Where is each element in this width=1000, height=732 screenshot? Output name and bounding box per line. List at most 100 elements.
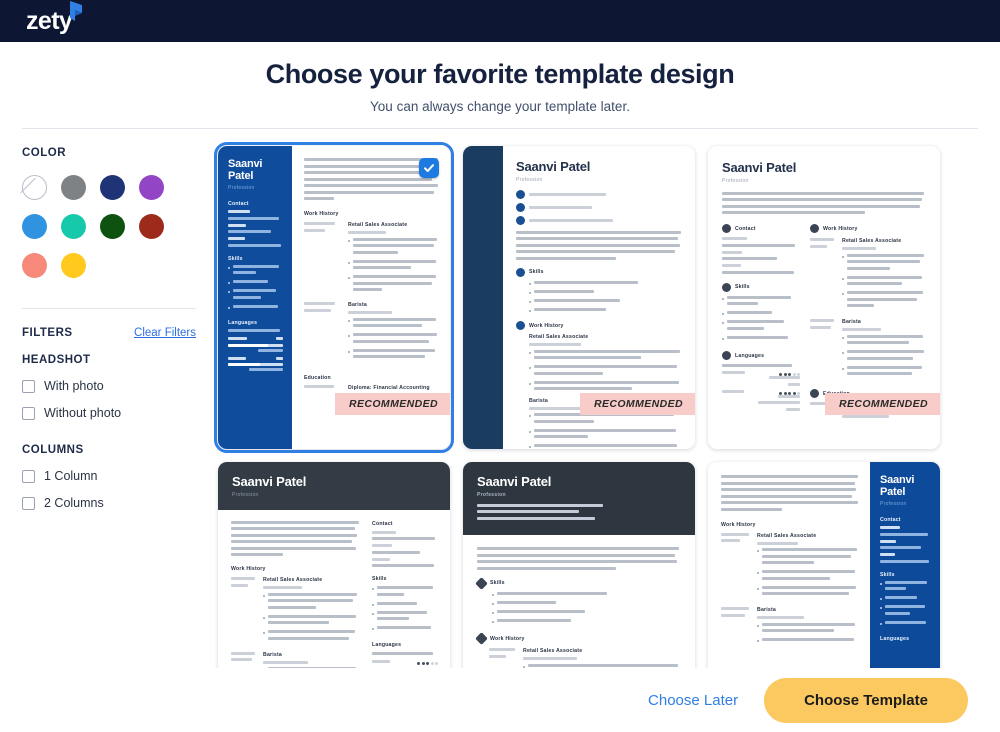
filters-sidebar: COLOR FILTERS Clear Filters HEADSHOT Wit… <box>0 129 218 732</box>
job-title-2: Barista <box>842 319 861 326</box>
contact-heading: Contact <box>372 520 393 527</box>
job-title-1: Retail Sales Associate <box>757 532 817 539</box>
filter-with-photo[interactable]: With photo <box>22 379 196 393</box>
work-icon <box>516 321 525 331</box>
resume-profession: Profession <box>516 176 543 183</box>
job-title-1: Retail Sales Associate <box>263 577 323 584</box>
contact-icon <box>722 224 731 234</box>
work-history-heading: Work History <box>304 211 339 217</box>
filters-heading: FILTERS <box>22 327 73 339</box>
checkbox-without-photo[interactable] <box>22 406 35 420</box>
resume-profession: Profession <box>232 491 259 498</box>
resume-profession: Profession <box>880 501 907 508</box>
template5-header: Saanvi Patel Profession <box>463 462 695 536</box>
languages-heading: Languages <box>228 320 258 327</box>
resume-name: Saanvi Patel <box>477 474 552 489</box>
logo-wordmark: zety <box>26 6 73 35</box>
color-swatch-teal[interactable] <box>61 214 86 239</box>
action-footer: Choose Later Choose Template <box>0 668 1000 732</box>
resume-profession: Profession <box>477 491 506 498</box>
skills-icon <box>516 267 525 277</box>
page-subtitle: You can always change your template late… <box>370 99 630 114</box>
contact-heading: Contact <box>880 517 901 524</box>
selected-check-icon[interactable] <box>419 158 439 178</box>
education-heading: Education <box>304 375 331 381</box>
color-swatch-dark-red[interactable] <box>139 214 164 239</box>
work-history-heading: Work History <box>231 566 266 573</box>
template4-header: Saanvi Patel Profession <box>218 462 450 510</box>
job-title-1: Retail Sales Associate <box>842 238 902 245</box>
color-swatch-purple[interactable] <box>139 175 164 200</box>
email-icon <box>516 215 525 225</box>
template-card-navy-stripe-icons[interactable]: Saanvi Patel Profession Skills Work Hist… <box>463 146 695 449</box>
template4-sidebar: Contact Skills Languages <box>372 521 438 683</box>
template-grid: Saanvi Patel Profession Contact Skills L… <box>214 129 1000 732</box>
work-icon <box>810 224 819 234</box>
job-title-1: Retail Sales Associate <box>348 222 408 228</box>
checkbox-one-column[interactable] <box>22 469 35 483</box>
work-history-heading: Work History <box>529 322 564 329</box>
resume-profession: Profession <box>228 185 255 192</box>
skills-heading: Skills <box>735 284 750 291</box>
template4-body: Work History Retail Sales Associate Bari… <box>218 510 450 683</box>
skills-heading: Skills <box>880 571 895 578</box>
color-swatch-salmon[interactable] <box>22 253 47 278</box>
filter-one-column[interactable]: 1 Column <box>22 469 196 483</box>
color-swatch-navy[interactable] <box>100 175 125 200</box>
work-history-heading: Work History <box>490 635 525 642</box>
location-icon <box>516 189 525 199</box>
resume-name: Saanvi Patel <box>516 159 591 174</box>
color-swatch-blue[interactable] <box>22 214 47 239</box>
resume-name-line1: Saanvi <box>228 158 263 170</box>
zety-logo[interactable]: zety <box>26 0 83 35</box>
filter-two-columns-label: 2 Columns <box>44 496 104 510</box>
skills-icon <box>475 576 488 590</box>
contact-heading: Contact <box>228 201 249 208</box>
columns-heading: COLUMNS <box>22 444 84 456</box>
languages-heading: Languages <box>880 636 910 643</box>
resume-name-line2: Patel <box>880 485 906 498</box>
recommended-badge: RECOMMENDED <box>580 393 695 415</box>
page-title: Choose your favorite template design <box>265 59 735 89</box>
filter-without-photo[interactable]: Without photo <box>22 406 196 420</box>
color-swatch-no-color[interactable] <box>22 175 47 200</box>
filter-with-photo-label: With photo <box>44 379 104 393</box>
job-title-2: Barista <box>263 651 282 658</box>
template2-stripe <box>463 146 503 449</box>
sidebar-divider <box>22 308 196 309</box>
job-title-1: Retail Sales Associate <box>523 648 583 655</box>
job-title-2: Barista <box>348 302 367 308</box>
template-card-blue-sidebar-left[interactable]: Saanvi Patel Profession Contact Skills L… <box>214 142 454 453</box>
resume-name: Saanvi Patel <box>232 474 307 489</box>
recommended-badge: RECOMMENDED <box>825 393 940 415</box>
work-history-heading: Work History <box>721 521 756 528</box>
checkbox-with-photo[interactable] <box>22 379 35 393</box>
skills-heading: Skills <box>490 580 505 587</box>
template3-body: Saanvi Patel Profession Contact Skills L… <box>708 146 940 422</box>
resume-name-line2: Patel <box>228 169 254 182</box>
color-swatch-yellow[interactable] <box>61 253 86 278</box>
color-swatch-dark-green[interactable] <box>100 214 125 239</box>
template-card-clean-white-two-column[interactable]: Saanvi Patel Profession Contact Skills L… <box>708 146 940 449</box>
resume-name-line1: Saanvi <box>880 474 915 486</box>
template1-sidebar: Saanvi Patel Profession Contact Skills L… <box>218 146 292 449</box>
checkbox-two-columns[interactable] <box>22 496 35 510</box>
skills-heading: Skills <box>228 255 243 262</box>
color-section-heading: COLOR <box>22 147 67 159</box>
choose-later-link[interactable]: Choose Later <box>648 692 738 709</box>
color-swatch-list <box>22 175 196 278</box>
page-heading-block: Choose your favorite template design You… <box>0 42 1000 114</box>
filter-two-columns[interactable]: 2 Columns <box>22 496 196 510</box>
resume-name: Saanvi Patel <box>722 160 797 175</box>
content-area: COLOR FILTERS Clear Filters HEADSHOT Wit… <box>0 129 1000 732</box>
choose-template-button[interactable]: Choose Template <box>764 677 968 723</box>
work-history-heading: Work History <box>823 225 858 232</box>
recommended-badge: RECOMMENDED <box>335 393 450 415</box>
clear-filters-link[interactable]: Clear Filters <box>134 327 196 339</box>
resume-profession: Profession <box>722 177 749 184</box>
skills-heading: Skills <box>529 269 544 276</box>
languages-heading: Languages <box>372 641 402 648</box>
color-swatch-gray[interactable] <box>61 175 86 200</box>
headshot-heading: HEADSHOT <box>22 354 91 366</box>
phone-icon <box>516 202 525 212</box>
